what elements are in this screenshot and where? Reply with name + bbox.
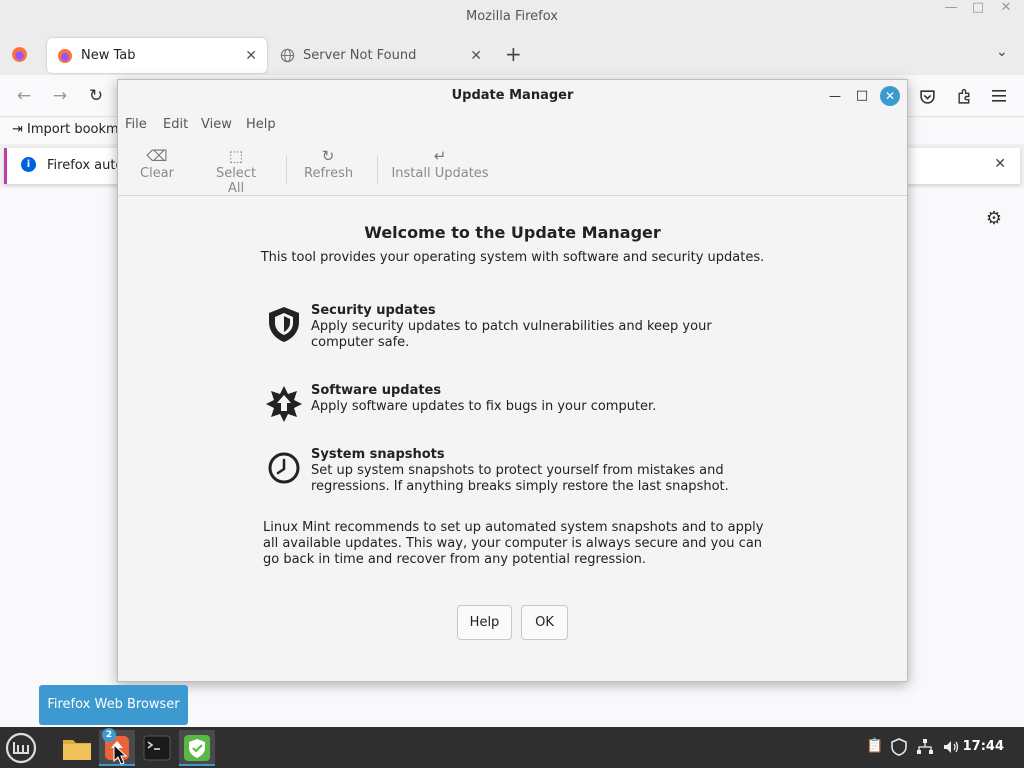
toolbar-separator (286, 156, 287, 184)
reload-icon[interactable]: ↻ (83, 83, 109, 109)
update-count-badge: 2 (102, 728, 116, 742)
menu-help[interactable]: Help (246, 117, 276, 132)
menubar: File Edit View Help (118, 114, 907, 138)
feature-software-updates: Software updates Apply software updates … (263, 383, 733, 423)
menu-file[interactable]: File (125, 117, 147, 132)
firefox-logo-icon (58, 48, 72, 63)
welcome-subtitle: This tool provides your operating system… (260, 250, 765, 265)
select-all-button[interactable]: ⬚ Select All (206, 146, 266, 196)
terminal-icon (143, 735, 171, 761)
minimize-icon[interactable]: — (940, 0, 962, 33)
feature-title: Software updates (311, 383, 442, 398)
firefox-titlebar: Mozilla Firefox (0, 0, 1024, 33)
backspace-icon: ⌫ (146, 147, 168, 165)
folder-icon (63, 740, 91, 760)
tab-new-tab[interactable]: New Tab ✕ (47, 38, 267, 73)
new-tab-button[interactable]: + (505, 42, 522, 66)
taskbar: 📋 17:44 (0, 727, 1024, 768)
import-bookmarks-link[interactable]: ⇥ Import bookm (12, 122, 119, 137)
shield-icon (184, 735, 210, 761)
ok-button[interactable]: OK (521, 605, 568, 640)
notification-text: Firefox auto (47, 158, 124, 173)
feature-security-updates: Security updates Apply security updates … (263, 303, 733, 353)
firefox-tabbar: New Tab ✕ Server Not Found ✕ + ⌄ (0, 33, 1024, 75)
feature-system-snapshots: System snapshots Set up system snapshots… (263, 447, 733, 497)
welcome-panel: Welcome to the Update Manager This tool … (118, 197, 907, 681)
return-arrow-icon: ↵ (433, 147, 447, 165)
firefox-view-icon[interactable] (11, 46, 28, 63)
back-icon[interactable]: ← (11, 83, 37, 109)
import-icon: ⇥ (12, 122, 23, 137)
select-all-icon: ⬚ (228, 147, 244, 165)
toolbar-separator (377, 156, 378, 184)
starburst-arrow-icon (266, 386, 302, 422)
hamburger-menu-icon[interactable] (991, 89, 1007, 103)
taskbar-terminal-app[interactable] (139, 730, 175, 766)
shield-icon (269, 307, 299, 342)
extensions-icon[interactable] (956, 88, 973, 105)
network-icon[interactable] (916, 738, 934, 756)
clock-icon (268, 452, 300, 484)
update-manager-window: Update Manager — □ ✕ File Edit View Help… (117, 79, 908, 682)
tab-close-icon[interactable]: ✕ (470, 48, 482, 64)
globe-icon (280, 48, 295, 63)
volume-icon[interactable] (942, 738, 960, 756)
tab-label: New Tab (81, 48, 136, 63)
menu-view[interactable]: View (201, 117, 232, 132)
taskbar-files-app[interactable] (59, 730, 95, 766)
taskbar-shield-app[interactable] (179, 730, 215, 766)
firefox-window-title: Mozilla Firefox (466, 9, 558, 24)
maximize-icon[interactable]: □ (967, 0, 989, 33)
update-manager-title: Update Manager (451, 88, 574, 103)
clear-button[interactable]: ⌫ Clear (140, 146, 174, 181)
help-button[interactable]: Help (457, 605, 512, 640)
tab-close-icon[interactable]: ✕ (245, 48, 257, 64)
minimize-icon[interactable]: — (825, 86, 845, 106)
list-tabs-chevron-icon[interactable]: ⌄ (996, 44, 1008, 60)
tab-server-not-found[interactable]: Server Not Found ✕ (270, 38, 492, 73)
tab-label: Server Not Found (303, 48, 417, 63)
clipboard-tray-icon[interactable]: 📋 (866, 738, 883, 754)
close-icon[interactable]: ✕ (995, 0, 1017, 33)
forward-icon[interactable]: → (47, 83, 73, 109)
clock[interactable]: 17:44 (963, 739, 1004, 754)
shield-tray-icon[interactable] (890, 738, 908, 756)
maximize-icon[interactable]: □ (852, 86, 872, 106)
refresh-icon: ↻ (321, 147, 335, 165)
feature-title: Security updates (311, 303, 436, 318)
feature-description: Set up system snapshots to protect yours… (311, 463, 729, 494)
welcome-title: Welcome to the Update Manager (364, 223, 661, 242)
mouse-cursor-icon (113, 744, 128, 765)
mint-menu-icon[interactable] (4, 731, 38, 765)
pocket-icon[interactable] (919, 88, 936, 105)
info-icon: i (21, 157, 36, 172)
menu-edit[interactable]: Edit (163, 117, 188, 132)
refresh-button[interactable]: ↻ Refresh (304, 146, 353, 181)
feature-description: Apply security updates to patch vulnerab… (311, 319, 712, 350)
close-icon[interactable]: ✕ (880, 86, 900, 106)
gear-icon[interactable]: ⚙ (986, 208, 1002, 229)
feature-description: Apply software updates to fix bugs in yo… (311, 399, 657, 414)
taskbar-tooltip: Firefox Web Browser (39, 685, 188, 725)
feature-title: System snapshots (311, 447, 445, 462)
recommendation-text: Linux Mint recommends to set up automate… (263, 520, 764, 567)
notification-close-icon[interactable]: ✕ (994, 156, 1006, 172)
install-updates-button[interactable]: ↵ Install Updates (390, 146, 490, 181)
toolbar: ⌫ Clear ⬚ Select All ↻ Refresh ↵ Install… (118, 142, 907, 196)
